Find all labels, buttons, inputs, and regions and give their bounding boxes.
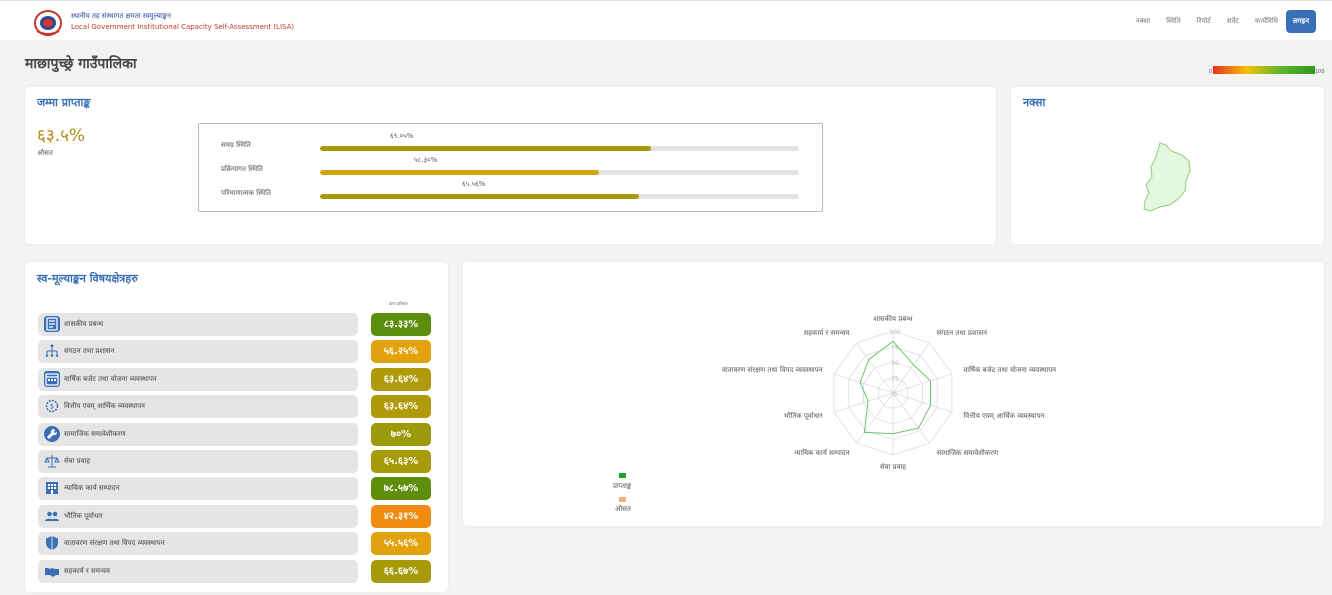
bar-track: [320, 194, 799, 199]
radar-axis-label: न्यायिक कार्य सम्पादन: [794, 448, 849, 457]
login-button[interactable]: लगइन: [1285, 10, 1316, 33]
overall-status-bar: ६९.०५% समग्र स्थिति: [199, 124, 822, 151]
area-label: शासकीय प्रबन्ध: [64, 320, 104, 328]
legend-obtained-swatch: [619, 473, 626, 478]
area-score-badge[interactable]: ७०%: [371, 422, 431, 446]
area-label: भौतिक पूर्वाधार: [64, 511, 103, 520]
radar-axis-label: सामाजिक समावेशीकरण: [936, 448, 999, 457]
quantitative-status-bar: ६५.५६% परिमाणात्मक स्थिति: [199, 172, 822, 199]
area-label: वित्तीय एवम् आर्थिक व्यवस्थापन: [64, 402, 145, 411]
area-score-badge[interactable]: ८३.३३%: [371, 313, 431, 336]
radar-axis-label: संगठन तथा प्रशासन: [936, 329, 987, 337]
top-navbar: स्थानीय तह संस्थागत क्षमता स्वमूल्याङ्कन…: [0, 0, 1332, 40]
area-label: न्यायिक कार्य सम्पादन: [64, 484, 120, 493]
radar-tick-label: 50: [891, 360, 899, 367]
shield-icon: [44, 535, 60, 551]
area-row[interactable]: सहकार्य र समन्वय ६६.६७%: [38, 559, 431, 583]
nav-survey[interactable]: सर्वेट: [1219, 11, 1247, 32]
map-card: नक्सा: [1011, 87, 1324, 244]
assessment-areas-card: स्व-मूल्याङ्कन विषयक्षेत्रहरु प्राप्त प्…: [25, 262, 448, 592]
total-score-card: जम्मा प्राप्ताङ्क ६३.५% औसत ६९.०५% समग्र…: [25, 87, 996, 244]
total-score-title: जम्मा प्राप्ताङ्क: [37, 96, 91, 109]
handshake-icon: [44, 563, 60, 579]
area-row[interactable]: सामाजिक समावेशीकरण ७०%: [38, 422, 431, 446]
area-label: वातावरण संरक्षण तथा विपद व्यवस्थापन: [64, 539, 165, 548]
area-row[interactable]: वार्षिक बजेट तथा योजना व्यवस्थापन ६३.६४%: [38, 367, 431, 391]
area-row[interactable]: संगठन तथा प्रशासन ५६.२५%: [38, 340, 431, 364]
building-icon: [44, 480, 60, 496]
score-color-legend: [1213, 66, 1315, 74]
total-score-avg-label: औसत: [37, 149, 53, 157]
main-nav: नक्सा स्थिति रिपोर्ट सर्वेट कार्यविधि लग…: [1128, 10, 1316, 33]
radar-tick-label: 0: [893, 391, 897, 398]
nav-report[interactable]: रिपोर्ट: [1189, 11, 1219, 32]
radar-chart-card: 0 25 50 75 100 शासकीय प्रबन्ध संगठन तथा प्रशास…: [463, 262, 1324, 526]
radar-axis-label: सहकार्य र समन्वय: [804, 328, 851, 337]
area-score-badge[interactable]: ५६.२५%: [371, 340, 431, 364]
legend-max-label: 100: [1315, 69, 1325, 75]
bar-label: परिमाणात्मक स्थिति: [221, 189, 271, 197]
radar-spoke: [856, 392, 894, 444]
area-score-badge[interactable]: ४२.३१%: [371, 504, 431, 528]
bar-percent: ६९.०५%: [390, 132, 414, 140]
area-label: सेवा प्रवाह: [64, 457, 91, 465]
nav-map[interactable]: नक्सा: [1128, 11, 1158, 32]
radar-tick-label: 25: [891, 376, 899, 383]
finance-gear-icon: $: [44, 398, 60, 414]
assessment-areas-title: स्व-मूल्याङ्कन विषयक्षेत्रहरु: [37, 272, 138, 285]
area-score-badge[interactable]: ७८.५७%: [371, 477, 431, 501]
radar-axis-label: वातावरण संरक्षण तथा विपद व्यवस्थापन: [722, 365, 823, 374]
legend-min-label: 0: [1209, 69, 1213, 75]
brand-title-nepali: स्थानीय तह संस्थागत क्षमता स्वमूल्याङ्कन: [71, 12, 171, 20]
area-row[interactable]: सेवा प्रवाह ६५.६३%: [38, 450, 431, 473]
scales-icon: [44, 453, 60, 469]
radar-axis-label: भौतिक पूर्वाधार: [784, 411, 823, 420]
org-chart-icon: [44, 343, 60, 359]
radar-tick-label: 75: [891, 345, 899, 352]
area-label: वार्षिक बजेट तथा योजना व्यवस्थापन: [64, 374, 157, 383]
legend-obtained-label: प्राप्ताङ्क: [613, 482, 632, 490]
radar-chart: 0 25 50 75 100 शासकीय प्रबन्ध संगठन तथा प्रशास…: [722, 314, 1056, 471]
nav-procedure[interactable]: कार्यविधि: [1247, 11, 1286, 32]
area-label: संगठन तथा प्रशासन: [64, 347, 115, 356]
calendar-icon: [44, 370, 60, 387]
legend-average-swatch: [619, 497, 626, 502]
logo-emblem-icon[interactable]: [33, 9, 63, 37]
area-label: सामाजिक समावेशीकरण: [64, 429, 126, 438]
radar-axis-label: वार्षिक बजेट तथा योजना व्यवस्थापन: [963, 365, 1056, 374]
score-column-header: प्राप्त प्रतिशत: [389, 301, 408, 306]
document-list-icon: [44, 316, 60, 332]
bar-fill: [320, 194, 639, 199]
svg-text:$: $: [50, 403, 54, 411]
bar-percent: ५८.३०%: [414, 156, 438, 164]
people-icon: [44, 508, 60, 524]
nav-status[interactable]: स्थिति: [1158, 11, 1189, 32]
area-row[interactable]: भौतिक पूर्वाधार ४२.३१%: [38, 504, 431, 528]
map-title: नक्सा: [1023, 96, 1046, 109]
radar-axis-label: वित्तीय एवम् आर्थिक व्यवस्थापन: [963, 411, 1044, 420]
area-label: सहकार्य र समन्वय: [64, 566, 110, 575]
radar-axis-label: शासकीय प्रबन्ध: [873, 314, 913, 323]
area-score-badge[interactable]: ६३.६४%: [371, 395, 431, 419]
area-score-badge[interactable]: ६५.६३%: [371, 450, 431, 473]
bar-percent: ६५.५६%: [462, 180, 486, 188]
wrench-icon: [44, 425, 60, 442]
area-score-badge[interactable]: ६३.६४%: [371, 367, 431, 391]
process-status-bar: ५८.३०% प्रक्रियागत स्थिति: [199, 148, 822, 175]
municipality-map-shape[interactable]: [1136, 139, 1196, 214]
area-row[interactable]: वातावरण संरक्षण तथा विपद व्यवस्थापन ५५.५६…: [38, 532, 431, 556]
area-row[interactable]: $ वित्तीय एवम् आर्थिक व्यवस्थापन ६३.६४%: [38, 395, 431, 419]
area-row[interactable]: न्यायिक कार्य सम्पादन ७८.५७%: [38, 477, 431, 501]
area-score-badge[interactable]: ५५.५६%: [371, 532, 431, 556]
brand-title-english: Local Government Institutional Capacity …: [71, 23, 295, 31]
radar-tick-label: 100: [889, 329, 901, 336]
radar-axis-label: सेवा प्रवाह: [880, 462, 906, 471]
legend-average-label: औसत: [615, 505, 631, 513]
total-score-value: ६३.५%: [37, 126, 86, 146]
page-title: माछापुच्छ्रे गाउँपालिका: [25, 56, 137, 72]
area-row[interactable]: शासकीय प्रबन्ध ८३.३३%: [38, 313, 431, 336]
status-bars-box: ६९.०५% समग्र स्थिति ५८.३०% प्रक्रियागत स…: [198, 123, 823, 212]
area-score-badge[interactable]: ६६.६७%: [371, 559, 431, 583]
